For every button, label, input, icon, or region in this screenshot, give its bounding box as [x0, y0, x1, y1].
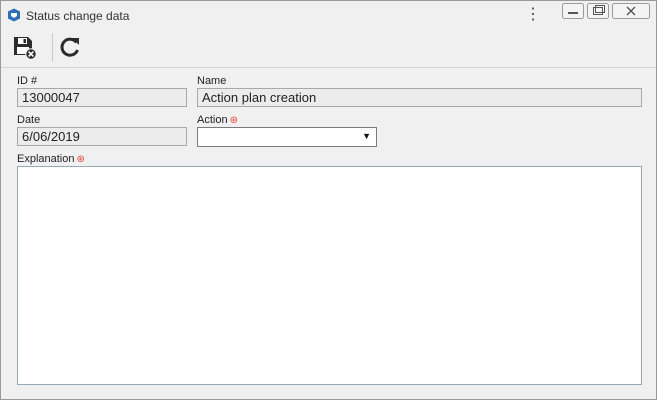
- name-field: Action plan creation: [197, 88, 642, 107]
- kebab-menu-icon[interactable]: ⋮: [525, 6, 541, 24]
- explanation-label: Explanation ⊛: [17, 153, 85, 165]
- action-label: Action ⊛: [197, 114, 238, 126]
- toolbar: [1, 29, 656, 68]
- close-icon[interactable]: [612, 3, 650, 19]
- explanation-label-text: Explanation: [17, 153, 75, 165]
- action-select[interactable]: ▼: [197, 127, 377, 147]
- explanation-textarea[interactable]: [17, 166, 642, 385]
- form-area: ID # 13000047 Name Action plan creation …: [1, 68, 656, 399]
- date-field: 6/06/2019: [17, 127, 187, 146]
- toolbar-separator: [52, 33, 53, 61]
- action-label-text: Action: [197, 114, 228, 126]
- title-bar: Status change data ⋮: [1, 1, 656, 29]
- required-icon: ⊛: [76, 154, 85, 165]
- id-label: ID #: [17, 75, 38, 87]
- refresh-icon[interactable]: [56, 33, 84, 61]
- id-field: 13000047: [17, 88, 187, 107]
- date-label: Date: [17, 114, 41, 126]
- name-label: Name: [197, 75, 227, 87]
- dialog-window: Status change data ⋮ ID # 13000047 Name …: [0, 0, 657, 400]
- restore-icon[interactable]: [587, 3, 609, 19]
- required-icon: ⊛: [229, 115, 238, 126]
- dropdown-arrow-icon[interactable]: ▼: [362, 131, 371, 141]
- app-logo-icon: [8, 8, 20, 22]
- window-title: Status change data: [26, 9, 130, 23]
- save-close-icon[interactable]: [10, 33, 38, 61]
- minimize-icon[interactable]: [562, 3, 584, 19]
